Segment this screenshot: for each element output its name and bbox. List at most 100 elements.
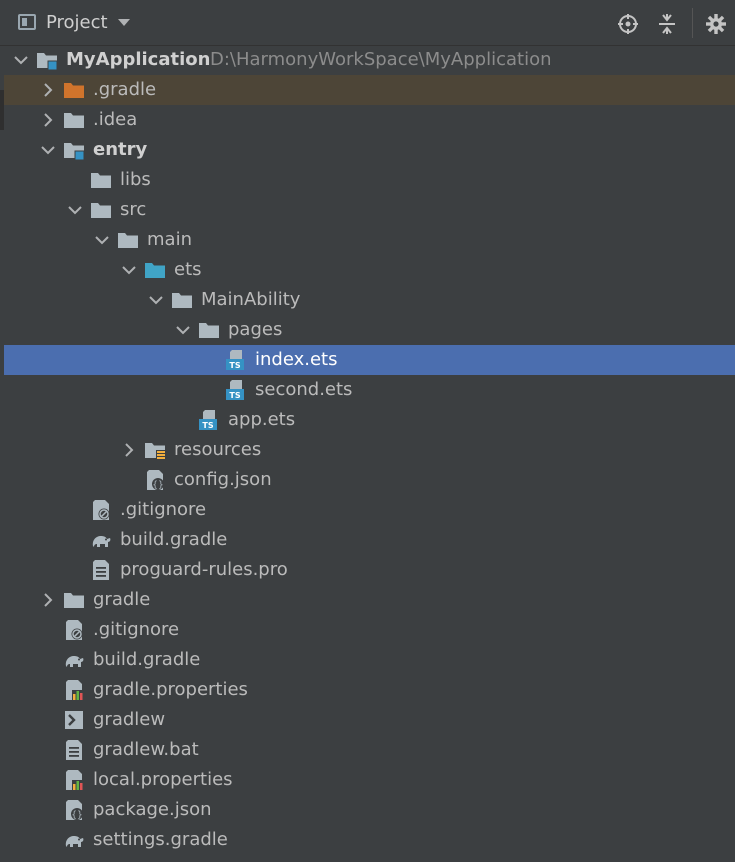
text-file-icon [90,560,112,580]
tree-item-label: gradle [93,589,151,610]
project-toolbar: Project [0,0,735,46]
tree-row-build-gradle[interactable]: build.gradle [4,525,735,555]
tree-row-settings-gradle[interactable]: settings.gradle [4,825,735,855]
chevron-right-icon[interactable] [120,441,138,459]
svg-text:{}: {} [152,481,163,491]
tree-row-pages[interactable]: pages [4,315,735,345]
ignore-file-icon [63,620,85,640]
folder-icon [117,230,139,250]
tree-row-mainability[interactable]: MainAbility [4,285,735,315]
tree-item-label: entry [93,139,148,160]
tree-row-entry[interactable]: entry [4,135,735,165]
tree-row-gradlew[interactable]: gradlew [4,705,735,735]
tree-item-label: gradlew [93,709,166,730]
shell-script-icon [63,710,85,730]
folder-icon [90,170,112,190]
folder-icon [63,590,85,610]
tree-row-resources[interactable]: resources [4,435,735,465]
tree-row-gradlew-bat[interactable]: gradlew.bat [4,735,735,765]
collapse-all-icon[interactable] [656,13,678,35]
tree-row-idea[interactable]: .idea [4,105,735,135]
tree-row-package-json[interactable]: {} package.json [4,795,735,825]
chevron-down-icon[interactable] [174,321,192,339]
tree-item-label: .gitignore [93,619,180,640]
text-file-icon [63,740,85,760]
tree-row-gradle[interactable]: gradle [4,585,735,615]
tree-item-label: .idea [93,109,138,130]
tree-row-second-ets[interactable]: TS second.ets [4,375,735,405]
tree-row-src[interactable]: src [4,195,735,225]
chevron-right-icon[interactable] [39,81,57,99]
module-folder-icon [63,140,85,161]
typescript-file-icon: TS [225,380,247,400]
tree-row-gitignore[interactable]: .gitignore [4,615,735,645]
tree-row-gradle[interactable]: .gradle [4,75,735,105]
project-tree: MyApplication D:\HarmonyWorkSpace\MyAppli… [0,46,735,862]
ignore-file-icon [90,500,112,520]
tree-row-main[interactable]: main [4,225,735,255]
gradle-icon [63,650,85,670]
tree-row-build-gradle[interactable]: build.gradle [4,645,735,675]
tree-item-label: resources [174,439,262,460]
tree-row-index-ets[interactable]: TS index.ets [4,345,735,375]
tree-item-label: .gitignore [120,499,207,520]
svg-text:TS: TS [202,421,213,430]
gear-icon[interactable] [705,13,727,35]
locate-icon[interactable] [617,13,639,35]
chevron-down-icon[interactable] [120,261,138,279]
tree-row-libs[interactable]: libs [4,165,735,195]
folder-icon [198,320,220,340]
tree-item-label: build.gradle [120,529,228,550]
tree-item-label: main [147,229,192,250]
tree-row-gradle-properties[interactable]: gradle.properties [4,675,735,705]
chevron-down-icon[interactable] [39,141,57,159]
dropdown-caret-icon[interactable] [118,19,130,26]
tree-item-label: package.json [93,799,212,820]
tree-item-label: index.ets [255,349,338,370]
json-file-icon: {} [144,470,166,491]
tree-item-label: second.ets [255,379,353,400]
tree-item-label: .gradle [93,79,157,100]
chevron-down-icon[interactable] [12,51,30,69]
module-folder-icon [36,50,58,71]
project-panel-icon[interactable] [18,14,36,30]
tree-row-ets[interactable]: ets [4,255,735,285]
tree-row-gitignore[interactable]: .gitignore [4,495,735,525]
tree-item-label: gradle.properties [93,679,248,700]
tree-item-label: MainAbility [201,289,301,310]
tree-item-label: MyApplication [66,49,211,70]
resources-folder-icon [144,440,166,460]
properties-file-icon [63,770,85,790]
chevron-down-icon[interactable] [66,201,84,219]
tree-item-label: ets [174,259,202,280]
source-folder-icon [144,260,166,280]
tree-item-label: app.ets [228,409,296,430]
folder-icon [171,290,193,310]
tree-item-label: pages [228,319,283,340]
tree-row-proguard-rules-pro[interactable]: proguard-rules.pro [4,555,735,585]
folder-icon [90,200,112,220]
chevron-right-icon[interactable] [39,111,57,129]
toolbar-divider [692,8,693,38]
tree-item-label: settings.gradle [93,829,228,850]
tree-row-local-properties[interactable]: local.properties [4,765,735,795]
chevron-down-icon[interactable] [147,291,165,309]
svg-text:TS: TS [229,391,240,400]
tree-item-label: local.properties [93,769,233,790]
tree-item-label: config.json [174,469,272,490]
excluded-folder-icon [63,80,85,100]
tree-row-app-ets[interactable]: TS app.ets [4,405,735,435]
typescript-file-icon: TS [198,410,220,430]
svg-text:{}: {} [71,811,82,821]
tree-item-label: build.gradle [93,649,201,670]
tree-row-config-json[interactable]: {} config.json [4,465,735,495]
json-file-icon: {} [63,800,85,821]
gradle-icon [63,830,85,850]
chevron-right-icon[interactable] [39,591,57,609]
tree-item-label: src [120,199,147,220]
view-selector-title[interactable]: Project [46,12,108,33]
gradle-icon [90,530,112,550]
folder-icon [63,110,85,130]
chevron-down-icon[interactable] [93,231,111,249]
tree-row-myapplication[interactable]: MyApplication D:\HarmonyWorkSpace\MyAppli… [4,45,735,75]
